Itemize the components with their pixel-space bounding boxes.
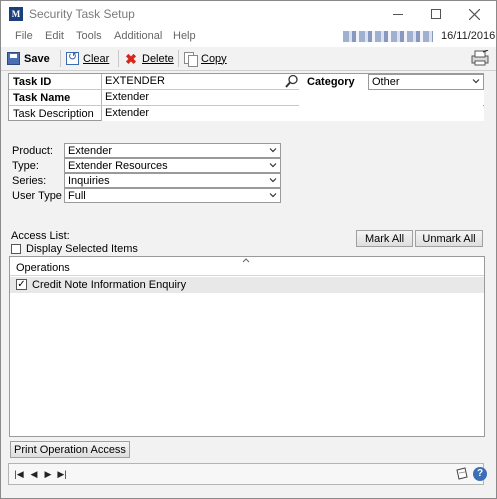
unmark-all-button[interactable]: Unmark All	[415, 230, 483, 247]
type-label: Type:	[12, 160, 39, 172]
chevron-down-icon	[269, 193, 277, 198]
sort-caret-icon	[242, 258, 250, 263]
task-description-label: Task Description	[13, 108, 94, 120]
note-icon[interactable]	[455, 467, 469, 481]
task-header-panel: Task ID EXTENDER Task Name Extender Task…	[8, 73, 484, 121]
toolbar-separator	[60, 50, 61, 67]
minimize-icon	[393, 13, 403, 15]
product-row: Product: Extender	[8, 143, 281, 158]
title-bar: M Security Task Setup	[1, 1, 496, 27]
series-row: Series: Inquiries	[8, 173, 281, 188]
status-bar: |◀ ◀ ▶ ▶| ?	[8, 463, 487, 485]
clear-button[interactable]: Clear	[66, 49, 109, 68]
product-label: Product:	[12, 145, 53, 157]
product-filter-panel: Product: Extender Type: Extender Resourc…	[8, 143, 281, 205]
task-name-label: Task Name	[13, 92, 71, 104]
menu-edit[interactable]: Edit	[45, 30, 64, 42]
chevron-down-icon	[269, 148, 277, 153]
last-record-button[interactable]: ▶|	[56, 468, 68, 480]
menu-file[interactable]: File	[15, 30, 33, 42]
operations-header-label: Operations	[16, 262, 70, 274]
task-name-row: Task Name Extender	[9, 90, 484, 106]
user-type-label: User Type	[12, 190, 62, 202]
close-button[interactable]	[457, 1, 491, 27]
task-description-row: Task Description Extender	[9, 106, 484, 122]
task-description-field[interactable]: Extender	[101, 106, 484, 121]
user-date: 16/11/2016	[441, 30, 496, 42]
chevron-down-icon	[472, 79, 480, 84]
minimize-button[interactable]	[381, 1, 415, 27]
series-select[interactable]: Inquiries	[64, 173, 281, 188]
menu-help[interactable]: Help	[173, 30, 196, 42]
display-selected-checkbox[interactable]	[11, 244, 21, 254]
mark-all-label: Mark All	[364, 232, 405, 245]
save-label: Save	[24, 52, 50, 65]
window-title: Security Task Setup	[29, 7, 135, 21]
operations-column-header[interactable]: Operations	[10, 257, 484, 276]
operation-label: Credit Note Information Enquiry	[32, 279, 187, 291]
chevron-down-icon	[269, 163, 277, 168]
menu-tools[interactable]: Tools	[76, 30, 102, 42]
lookup-icon[interactable]	[285, 74, 299, 88]
display-selected-label: Display Selected Items	[26, 243, 138, 255]
previous-record-button[interactable]: ◀	[28, 468, 40, 480]
series-value: Inquiries	[68, 175, 110, 187]
type-row: Type: Extender Resources	[8, 158, 281, 173]
print-operation-access-button[interactable]: Print Operation Access	[10, 441, 130, 458]
security-task-setup-window: M Security Task Setup File Edit Tools Ad…	[0, 0, 497, 499]
copy-button[interactable]: Copy	[184, 49, 227, 68]
user-type-row: User Type Full	[8, 188, 281, 203]
save-button[interactable]: Save	[7, 49, 50, 68]
category-label: Category	[307, 76, 355, 88]
task-id-field[interactable]: EXTENDER	[101, 74, 285, 89]
chevron-down-icon	[269, 178, 277, 183]
task-id-row: Task ID EXTENDER	[9, 74, 299, 90]
delete-icon: ✖	[125, 50, 137, 67]
save-icon	[7, 52, 20, 65]
delete-label: Delete	[142, 52, 174, 65]
toolbar-separator	[178, 50, 179, 67]
delete-button[interactable]: ✖ Delete	[124, 49, 174, 68]
clear-label: Clear	[83, 52, 110, 65]
menu-additional[interactable]: Additional	[114, 30, 162, 42]
category-value: Other	[372, 76, 400, 88]
copy-icon	[184, 51, 198, 67]
task-id-label: Task ID	[13, 76, 52, 88]
maximize-icon	[431, 9, 441, 19]
copy-label: Copy	[201, 52, 227, 65]
access-list-label: Access List:	[11, 230, 70, 242]
category-select[interactable]: Other	[368, 74, 484, 90]
user-type-value: Full	[68, 190, 86, 202]
mark-all-button[interactable]: Mark All	[356, 230, 413, 247]
operation-checkbox[interactable]: ✓	[16, 279, 27, 290]
product-select[interactable]: Extender	[64, 143, 281, 158]
type-select[interactable]: Extender Resources	[64, 158, 281, 173]
product-value: Extender	[68, 145, 113, 157]
first-record-button[interactable]: |◀	[13, 468, 25, 480]
operations-list: Operations ✓ Credit Note Information Enq…	[9, 256, 485, 437]
redacted-user-info	[343, 31, 433, 42]
clear-icon	[66, 50, 79, 65]
list-item[interactable]: ✓ Credit Note Information Enquiry	[10, 277, 484, 293]
printer-icon[interactable]	[470, 50, 490, 66]
toolbar: Save Clear ✖ Delete Copy	[1, 47, 496, 71]
menu-bar: File Edit Tools Additional Help 16/11/20…	[1, 27, 496, 47]
type-value: Extender Resources	[68, 160, 168, 172]
maximize-button[interactable]	[419, 1, 453, 27]
series-label: Series:	[12, 175, 47, 187]
next-record-button[interactable]: ▶	[42, 468, 54, 480]
toolbar-separator	[118, 50, 119, 67]
user-type-select[interactable]: Full	[64, 188, 281, 203]
print-operation-access-label: Print Operation Access	[14, 443, 126, 456]
help-icon[interactable]: ?	[473, 467, 487, 481]
app-icon: M	[9, 7, 23, 21]
unmark-all-label: Unmark All	[422, 232, 476, 245]
task-name-field[interactable]: Extender	[101, 90, 484, 105]
close-icon	[468, 8, 480, 20]
